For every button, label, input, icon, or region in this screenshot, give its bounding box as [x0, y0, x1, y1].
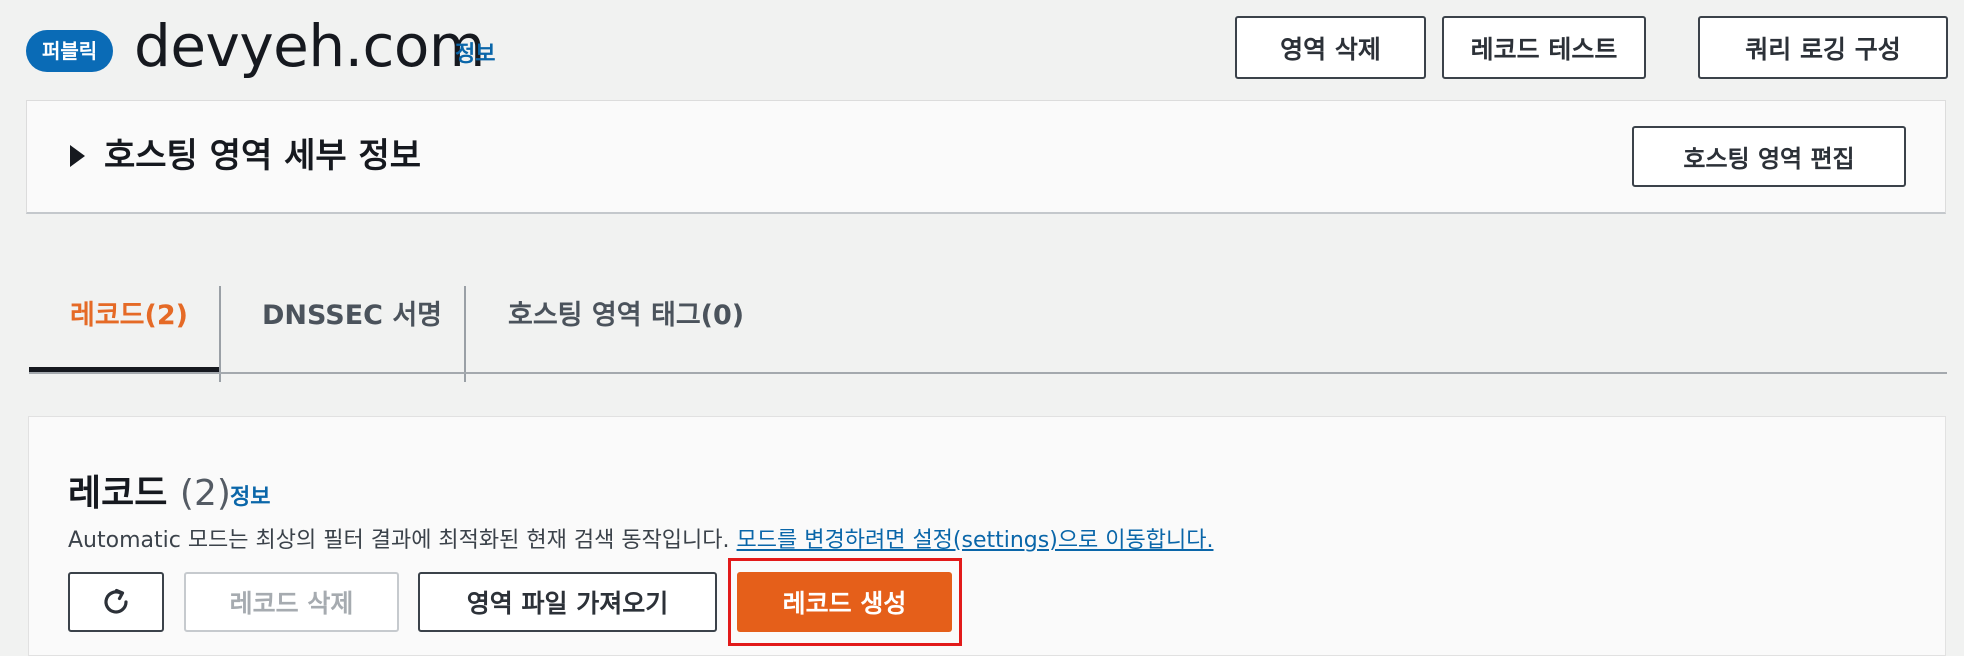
tabs-divider-line — [29, 372, 1947, 374]
import-zone-file-button[interactable]: 영역 파일 가져오기 — [418, 572, 717, 632]
delete-record-button[interactable]: 레코드 삭제 — [184, 572, 399, 632]
tab-dnssec-signing[interactable]: DNSSEC 서명 — [262, 296, 442, 336]
records-count: (2) — [179, 473, 231, 514]
hosted-zone-details-toggle[interactable]: 호스팅 영역 세부 정보 — [104, 134, 421, 178]
test-record-button[interactable]: 레코드 테스트 — [1442, 16, 1646, 79]
header-info-link[interactable]: 정보 — [455, 40, 495, 70]
tab-divider — [219, 286, 221, 382]
caret-right-icon[interactable] — [70, 145, 85, 167]
tab-divider — [464, 286, 466, 382]
highlight-box — [728, 558, 962, 646]
public-badge: 퍼블릭 — [26, 30, 114, 72]
records-description: Automatic 모드는 최상의 필터 결과에 최적화된 현재 검색 동작입니… — [68, 526, 1213, 556]
delete-zone-button[interactable]: 영역 삭제 — [1235, 16, 1426, 79]
settings-link[interactable]: 모드를 변경하려면 설정(settings)으로 이동합니다. — [737, 528, 1214, 553]
edit-hosted-zone-button[interactable]: 호스팅 영역 편집 — [1632, 126, 1906, 187]
records-heading: 레코드 (2) — [68, 470, 231, 518]
page-title: devyeh.com — [134, 12, 485, 80]
records-title: 레코드 — [68, 473, 168, 514]
tab-records[interactable]: 레코드(2) — [70, 296, 188, 336]
description-text: Automatic 모드는 최상의 필터 결과에 최적화된 현재 검색 동작입니… — [68, 528, 737, 553]
tab-hosted-zone-tags[interactable]: 호스팅 영역 태그(0) — [508, 296, 744, 336]
refresh-icon — [104, 588, 128, 614]
records-info-link[interactable]: 정보 — [230, 483, 270, 513]
configure-query-logging-button[interactable]: 쿼리 로깅 구성 — [1698, 16, 1948, 79]
refresh-button[interactable] — [68, 572, 164, 632]
